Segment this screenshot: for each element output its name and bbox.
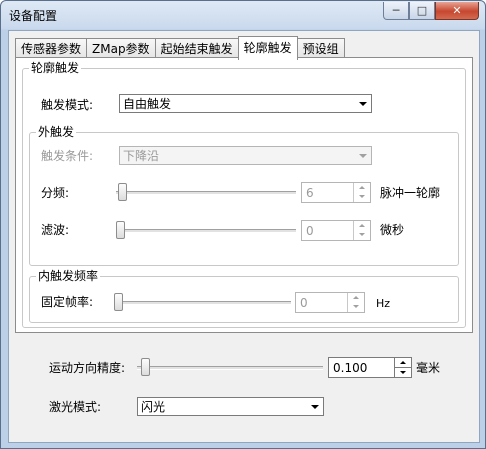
motion-precision-slider[interactable]	[137, 356, 323, 380]
filter-spin-down[interactable]	[354, 230, 370, 239]
frame-rate-slider[interactable]	[114, 291, 291, 315]
caption-buttons: ─ □ ✕	[383, 2, 479, 20]
divide-label: 分频:	[41, 186, 70, 200]
divide-slider-track	[116, 191, 296, 195]
filter-value: 0	[306, 224, 314, 238]
filter-unit: 微秒	[380, 223, 405, 237]
motion-precision-slider-thumb[interactable]	[141, 358, 150, 376]
arrow-up-icon	[359, 186, 365, 189]
motion-precision-value: 0.100	[333, 361, 368, 375]
maximize-icon: □	[416, 4, 428, 17]
divide-spin-down[interactable]	[354, 192, 370, 201]
chevron-down-icon	[358, 101, 367, 106]
contour-trigger-group: 轮廓触发 触发模式: 自由触发 外触发 触发条件: 下降沿 分频: 6 脉冲一轮…	[22, 61, 466, 328]
motion-precision-spinbox[interactable]: 0.100	[328, 357, 412, 378]
divide-value: 6	[306, 186, 314, 200]
contour-trigger-group-title: 轮廓触发	[29, 61, 82, 75]
tab-panel-contour-trigger: 轮廓触发 触发模式: 自由触发 外触发 触发条件: 下降沿 分频: 6 脉冲一轮…	[15, 57, 473, 333]
close-icon: ✕	[452, 4, 462, 17]
divide-spin-buttons	[353, 183, 370, 202]
divide-spin-up[interactable]	[354, 183, 370, 192]
trigger-mode-select[interactable]: 自由触发	[119, 94, 372, 113]
laser-mode-label: 激光模式:	[49, 400, 102, 414]
trigger-mode-value: 自由触发	[123, 97, 172, 111]
filter-slider-track	[116, 229, 296, 233]
trigger-condition-dropdown-button[interactable]	[355, 148, 370, 163]
laser-mode-dropdown-button[interactable]	[307, 399, 322, 414]
motion-precision-label: 运动方向精度:	[49, 361, 126, 375]
trigger-mode-dropdown-button[interactable]	[355, 96, 370, 111]
frame-rate-slider-track	[114, 301, 291, 305]
divide-slider-thumb[interactable]	[118, 183, 127, 201]
trigger-condition-select[interactable]: 下降沿	[119, 146, 372, 165]
motion-precision-spin-down[interactable]	[395, 368, 411, 377]
frame-rate-spin-up[interactable]	[348, 293, 364, 302]
window-title: 设备配置	[9, 9, 58, 23]
tab-zmap-params[interactable]: ZMap参数	[86, 38, 156, 59]
minimize-icon: ─	[392, 4, 400, 17]
dialog-client: 传感器参数 ZMap参数 起始结束触发 轮廓触发 预设组 轮廓触发 触发模式: …	[8, 30, 480, 443]
tab-contour-trigger[interactable]: 轮廓触发	[237, 36, 298, 60]
arrow-down-icon	[353, 305, 359, 308]
frame-rate-value: 0	[300, 296, 308, 310]
trigger-condition-label: 触发条件:	[41, 149, 94, 163]
chevron-down-icon	[310, 404, 319, 409]
frame-rate-spin-buttons	[347, 293, 364, 312]
chevron-down-icon	[358, 153, 367, 158]
arrow-down-icon	[359, 195, 365, 198]
laser-mode-select[interactable]: 闪光	[137, 397, 324, 416]
motion-precision-spin-up[interactable]	[395, 358, 411, 368]
motion-precision-unit: 毫米	[416, 361, 441, 375]
filter-spin-up[interactable]	[354, 221, 370, 230]
filter-label: 滤波:	[41, 223, 70, 237]
arrow-down-icon	[400, 371, 406, 374]
fixed-frame-rate-label: 固定帧率:	[41, 295, 94, 309]
filter-spinbox[interactable]: 0	[301, 220, 371, 241]
filter-slider-thumb[interactable]	[116, 221, 125, 239]
trigger-condition-value: 下降沿	[123, 149, 160, 163]
internal-trigger-group: 内触发频率 固定帧率: 0 Hz	[29, 269, 459, 323]
arrow-down-icon	[359, 233, 365, 236]
divide-unit: 脉冲一轮廓	[380, 186, 441, 200]
maximize-button[interactable]: □	[409, 2, 435, 20]
divide-slider[interactable]	[116, 181, 296, 205]
external-trigger-group-title: 外触发	[36, 125, 77, 139]
arrow-up-icon	[400, 361, 406, 364]
tab-sensor-params[interactable]: 传感器参数	[15, 38, 88, 59]
tab-preset-group[interactable]: 预设组	[296, 38, 345, 59]
laser-mode-value: 闪光	[141, 400, 166, 414]
frame-rate-spin-down[interactable]	[348, 302, 364, 311]
motion-precision-slider-track	[137, 366, 323, 370]
filter-spin-buttons	[353, 221, 370, 240]
motion-precision-spin-buttons	[394, 358, 411, 377]
minimize-button[interactable]: ─	[383, 2, 409, 20]
arrow-up-icon	[359, 224, 365, 227]
external-trigger-group: 外触发 触发条件: 下降沿 分频: 6 脉冲一轮廓 滤波: 0 微秒	[29, 125, 459, 266]
frame-rate-spinbox[interactable]: 0	[295, 292, 365, 313]
arrow-up-icon	[353, 296, 359, 299]
divide-spinbox[interactable]: 6	[301, 182, 371, 203]
tab-start-end-trigger[interactable]: 起始结束触发	[154, 38, 239, 59]
trigger-mode-label: 触发模式:	[41, 98, 94, 112]
frame-rate-slider-thumb[interactable]	[114, 293, 123, 311]
filter-slider[interactable]	[116, 219, 296, 243]
frame-rate-unit: Hz	[376, 297, 391, 310]
settings-window: 设备配置 ─ □ ✕ 传感器参数 ZMap参数 起始结束触发 轮廓触发 预设组 …	[0, 0, 486, 449]
tab-strip: 传感器参数 ZMap参数 起始结束触发 轮廓触发 预设组	[15, 36, 345, 60]
close-button[interactable]: ✕	[435, 2, 479, 20]
internal-trigger-group-title: 内触发频率	[36, 269, 101, 283]
